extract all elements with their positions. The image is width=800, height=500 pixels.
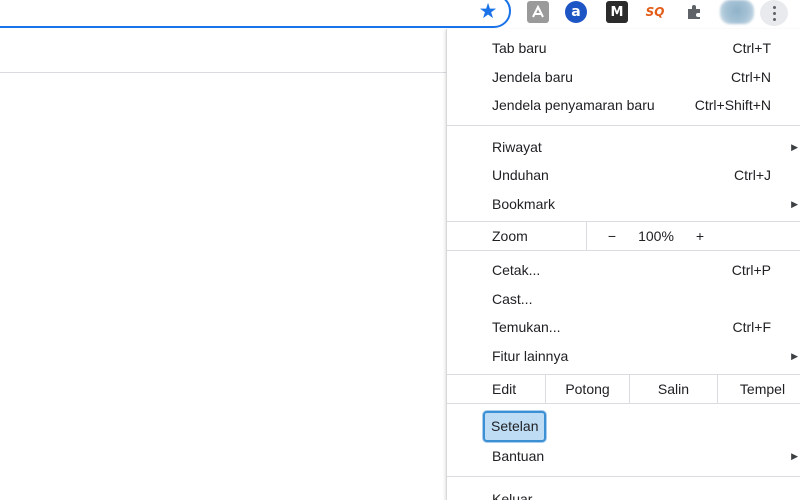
menu-item-new-window[interactable]: Jendela baru Ctrl+N [447,63,800,92]
menu-item-label: Unduhan [492,167,549,183]
menu-item-settings[interactable]: Setelan [483,411,547,442]
submenu-arrow-icon: ▶ [791,198,798,209]
address-bar[interactable] [0,0,511,28]
zoom-level: 100% [638,228,674,244]
menu-item-label: Cetak... [492,262,541,278]
submenu-arrow-icon: ▶ [791,350,798,361]
menu-item-label: Jendela baru [492,68,573,85]
paste-button[interactable]: Tempel [717,375,800,403]
menu-kebab-icon[interactable] [760,0,788,26]
menu-item-label: Bookmark [492,195,556,212]
puzzle-icon[interactable] [684,1,706,23]
zoom-label: Zoom [492,228,528,244]
edit-label: Edit [492,381,517,397]
menu-item-label: Riwayat [492,138,542,155]
shortcut-text: Ctrl+N [730,68,771,85]
menu-item-incognito-window[interactable]: Jendela penyamaran baru Ctrl+Shift+N [447,91,800,120]
menu-item-new-tab[interactable]: Tab baru Ctrl+T [447,34,800,63]
menu-item-find[interactable]: Temukan... Ctrl+F [447,313,800,342]
shortcut-text: Ctrl+T [732,40,772,56]
menu-item-help[interactable]: Bantuan ▶ [447,442,800,470]
menu-item-history[interactable]: Riwayat ▶ [447,133,800,162]
menu-item-print[interactable]: Cetak... Ctrl+P [447,256,800,285]
menu-item-label: Keluar [492,491,533,500]
a-extension-icon[interactable]: a [565,1,587,23]
menu-item-more-tools[interactable]: Fitur lainnya ▶ [447,342,800,371]
shortcut-text: Ctrl+J [734,167,771,183]
pdf-extension-icon[interactable] [527,1,549,23]
zoom-controls: − 100% + [586,222,800,250]
menu-item-label: Temukan... [492,319,561,335]
cut-button[interactable]: Potong [545,375,629,403]
zoom-out-button[interactable]: − [605,222,619,250]
shortcut-text: Ctrl+F [732,319,772,335]
chrome-main-menu: Tab baru Ctrl+T Jendela baru Ctrl+N Jend… [446,29,800,500]
menu-item-downloads[interactable]: Unduhan Ctrl+J [447,161,800,190]
shortcut-text: Ctrl+P [731,262,771,278]
edit-row: Edit Potong Salin Tempel [447,374,800,404]
profile-avatar[interactable] [720,0,754,24]
zoom-in-button[interactable]: + [693,222,707,250]
submenu-arrow-icon: ▶ [791,141,798,152]
menu-item-exit[interactable]: Keluar [447,477,800,500]
sq-extension-icon[interactable]: SQ [644,1,666,23]
m-extension-icon[interactable]: M [606,1,628,23]
menu-item-label: Jendela penyamaran baru [492,97,655,113]
menu-item-label: Tab baru [492,40,547,56]
copy-button[interactable]: Salin [629,375,717,403]
menu-item-cast[interactable]: Cast... [447,285,800,314]
menu-item-label: Fitur lainnya [492,347,569,364]
menu-item-label: Cast... [492,290,533,307]
page-divider [0,72,448,73]
menu-item-bookmarks[interactable]: Bookmark ▶ [447,190,800,219]
submenu-arrow-icon: ▶ [791,451,798,461]
bookmark-star-icon[interactable]: ★ [476,0,500,24]
menu-item-label: Bantuan [492,448,545,464]
zoom-row: Zoom − 100% + [447,221,800,251]
shortcut-text: Ctrl+Shift+N [694,97,771,113]
